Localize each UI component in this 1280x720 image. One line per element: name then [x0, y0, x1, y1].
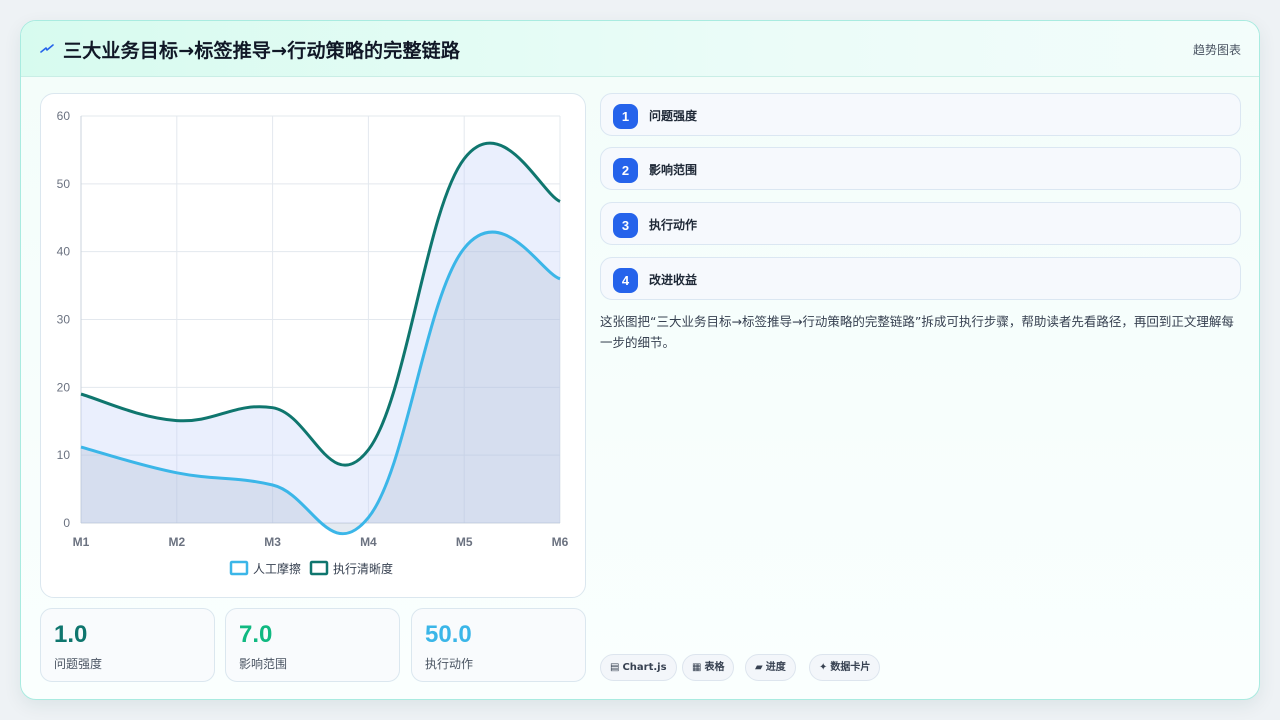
stat-card-execution: 50.0 执行动作	[411, 608, 586, 682]
stat-card-impact-range: 7.0 影响范围	[225, 608, 400, 682]
main-card: 三大业务目标→标签推导→行动策略的完整链路 趋势图表 0 10 20 30 40 50 60…	[20, 20, 1260, 700]
y-tick-label: 60	[57, 109, 71, 123]
step-item-4: 4 改进收益	[600, 257, 1241, 300]
chip-label: 进度	[765, 662, 786, 673]
chip-table[interactable]: ▦ 表格	[682, 654, 735, 681]
chip-data-card[interactable]: ✦ 数据卡片	[809, 654, 881, 681]
x-tick-label: M5	[456, 535, 473, 549]
legend-swatch	[309, 560, 329, 576]
stat-label: 影响范围	[239, 657, 288, 671]
y-tick-label: 40	[57, 245, 71, 259]
step-label: 执行动作	[649, 218, 698, 232]
step-number-badge: 1	[613, 104, 638, 129]
step-number-badge: 2	[613, 158, 638, 183]
table-icon: ▦	[692, 662, 702, 673]
y-tick-label: 0	[63, 516, 70, 530]
sparkle-icon: ✦	[819, 662, 828, 673]
page-title: 三大业务目标→标签推导→行动策略的完整链路	[63, 40, 461, 62]
x-tick-label: M2	[168, 535, 185, 549]
y-tick-label: 10	[57, 448, 71, 462]
stat-value: 7.0	[239, 621, 273, 648]
x-tick-label: M6	[552, 535, 569, 549]
legend-label: 人工摩擦	[253, 561, 301, 576]
area-chart: 0 10 20 30 40 50 60 M1 M2 M3 M4 M5 M6 人工摩擦 执行清晰度	[57, 109, 569, 576]
legend-swatch	[229, 560, 249, 576]
lightning-icon	[40, 44, 54, 53]
chart-icon: ▤	[610, 662, 620, 673]
chip-label: 表格	[704, 662, 725, 673]
stat-label: 执行动作	[425, 657, 474, 671]
chip-label: Chart.js	[622, 662, 667, 673]
stat-value: 50.0	[425, 621, 472, 648]
stat-value: 1.0	[54, 621, 88, 648]
legend-label: 执行清晰度	[333, 561, 393, 576]
step-item-1: 1 问题强度	[600, 93, 1241, 136]
y-tick-label: 20	[57, 380, 71, 394]
x-tick-label: M4	[360, 535, 377, 549]
chip-label: 数据卡片	[830, 662, 871, 673]
chip-chartjs[interactable]: ▤ Chart.js	[600, 654, 677, 681]
step-label: 影响范围	[649, 163, 698, 177]
step-number-badge: 4	[613, 268, 638, 293]
x-tick-label: M1	[73, 535, 90, 549]
chip-progress[interactable]: ▰ 进度	[745, 654, 796, 681]
step-number-badge: 3	[613, 213, 638, 238]
stat-card-problem-intensity: 1.0 问题强度	[40, 608, 215, 682]
step-item-2: 2 影响范围	[600, 147, 1241, 190]
y-tick-label: 50	[57, 177, 71, 191]
header-tag: 趋势图表	[1192, 43, 1241, 57]
stat-label: 问题强度	[54, 657, 103, 671]
card-header: 三大业务目标→标签推导→行动策略的完整链路 趋势图表	[21, 21, 1259, 77]
x-tick-label: M3	[264, 535, 281, 549]
chart-panel: 0 10 20 30 40 50 60 M1 M2 M3 M4 M5 M6 人工摩擦 执行清晰度	[40, 93, 586, 598]
description-text: 这张图把“三大业务目标→标签推导→行动策略的完整链路”拆成可执行步骤，帮助读者先…	[600, 314, 1234, 350]
y-tick-label: 30	[57, 313, 71, 327]
step-item-3: 3 执行动作	[600, 202, 1241, 245]
progress-icon: ▰	[755, 662, 763, 673]
step-label: 改进收益	[649, 273, 698, 287]
step-label: 问题强度	[649, 109, 698, 123]
